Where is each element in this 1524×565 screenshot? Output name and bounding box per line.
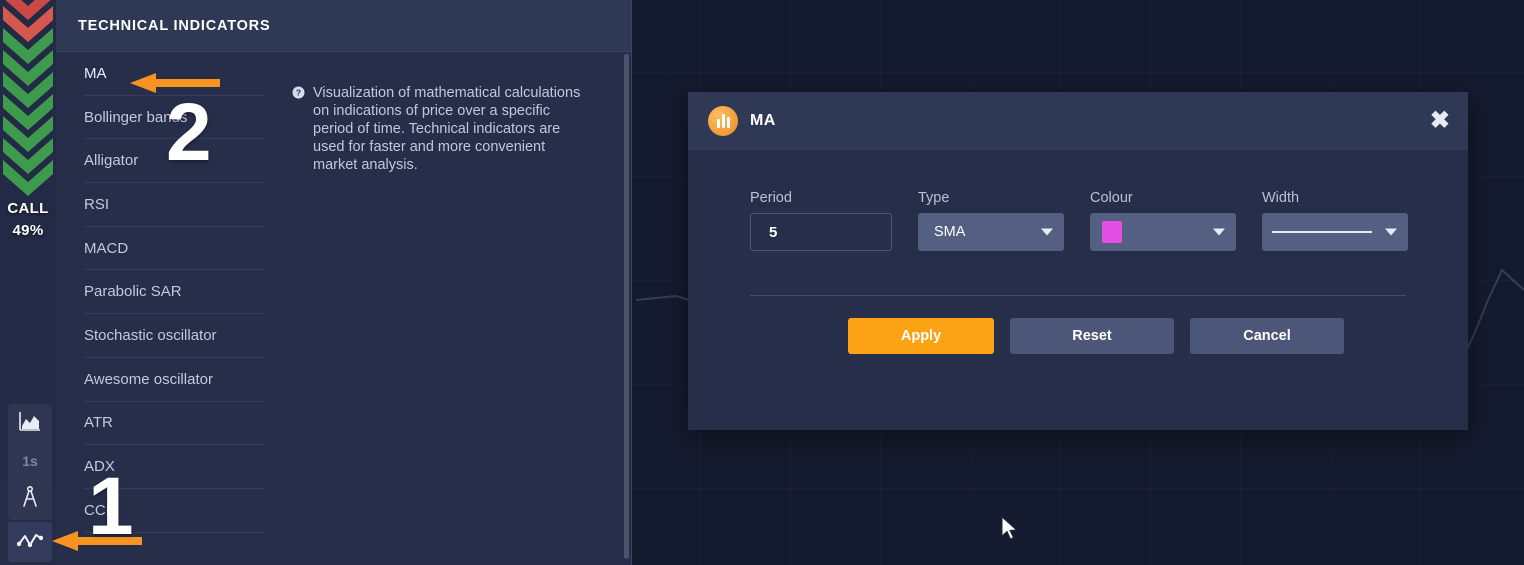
ma-settings-dialog: MA ✖ Period Type SMA Colour [688, 92, 1468, 430]
indicator-item-macd[interactable]: MACD [84, 227, 266, 271]
indicator-item-atr[interactable]: ATR [84, 402, 266, 446]
chart-tool-rail: 1s [8, 404, 52, 520]
dialog-fields: Period Type SMA Colour [750, 190, 1408, 251]
chevron-down-icon [1213, 228, 1225, 236]
dialog-header: MA ✖ [688, 92, 1468, 150]
chevron-down-icon [1385, 228, 1397, 236]
type-select[interactable]: SMA [918, 213, 1064, 251]
indicator-label: ATR [84, 414, 113, 432]
colour-label: Colour [1090, 190, 1133, 206]
area-chart-icon [19, 411, 41, 436]
indicator-description: ? Visualization of mathematical calculat… [266, 52, 631, 565]
indicator-label: MA [84, 64, 107, 82]
indicator-squiggle-icon [16, 531, 44, 554]
drawing-tools-button[interactable] [8, 480, 52, 518]
indicator-label: Stochastic oscillator [84, 326, 217, 344]
apply-button[interactable]: Apply [848, 318, 994, 354]
app-root: CALL 49% 1s TECHNICAL INDICATORS MA Boll… [0, 0, 1524, 565]
signal-chevron-stack [0, 0, 56, 209]
dialog-title: MA [750, 112, 776, 129]
indicator-label: MACD [84, 239, 129, 257]
type-label: Type [918, 190, 950, 206]
type-field: Type SMA [918, 190, 1064, 251]
timeframe-button[interactable]: 1s [8, 442, 52, 480]
period-input[interactable] [750, 213, 892, 251]
mouse-pointer-icon [1001, 515, 1018, 540]
colour-swatch [1102, 221, 1122, 243]
chevron-down-icon [1041, 228, 1053, 236]
ma-bars-icon [708, 106, 738, 136]
indicator-label: RSI [84, 195, 110, 213]
panel-title: TECHNICAL INDICATORS [78, 17, 271, 34]
colour-select[interactable] [1090, 213, 1236, 251]
signal-direction: CALL [7, 200, 49, 217]
signal-percent: 49% [12, 222, 44, 239]
panel-body: MA Bollinger bands Alligator RSI MACD Pa… [56, 52, 631, 565]
width-field: Width [1262, 190, 1408, 251]
left-signal-rail: CALL 49% 1s [0, 0, 56, 565]
line-width-preview-icon [1272, 231, 1372, 233]
annotation-number-2: 2 [166, 87, 212, 178]
annotation-number-1: 1 [88, 461, 134, 552]
indicator-label: Awesome oscillator [84, 370, 213, 388]
help-circle-icon: ? [292, 86, 305, 565]
close-icon[interactable]: ✖ [1430, 109, 1450, 133]
panel-scrollbar[interactable] [624, 54, 629, 559]
indicator-label: Parabolic SAR [84, 283, 182, 301]
dialog-actions: Apply Reset Cancel [750, 296, 1406, 354]
indicator-item-stochastic-oscillator[interactable]: Stochastic oscillator [84, 314, 266, 358]
compass-icon [20, 485, 40, 513]
width-label: Width [1262, 190, 1300, 206]
indicator-item-parabolic-sar[interactable]: Parabolic SAR [84, 270, 266, 315]
colour-field: Colour [1090, 190, 1236, 251]
signal-readout: CALL 49% [0, 198, 56, 242]
cancel-button[interactable]: Cancel [1190, 318, 1344, 354]
timeframe-label: 1s [22, 453, 38, 469]
dialog-body: Period Type SMA Colour [688, 150, 1468, 354]
indicator-label: Alligator [84, 152, 139, 170]
width-select[interactable] [1262, 213, 1408, 251]
type-value: SMA [934, 224, 966, 240]
indicator-item-awesome-oscillator[interactable]: Awesome oscillator [84, 358, 266, 402]
panel-header: TECHNICAL INDICATORS [56, 0, 631, 52]
period-field: Period [750, 190, 892, 251]
chart-type-button[interactable] [8, 404, 52, 442]
indicator-item-rsi[interactable]: RSI [84, 183, 266, 227]
indicators-button[interactable] [8, 522, 52, 562]
reset-button[interactable]: Reset [1010, 318, 1174, 354]
indicator-description-text: Visualization of mathematical calculatio… [313, 85, 581, 173]
svg-text:?: ? [296, 88, 301, 98]
period-label: Period [750, 190, 792, 206]
